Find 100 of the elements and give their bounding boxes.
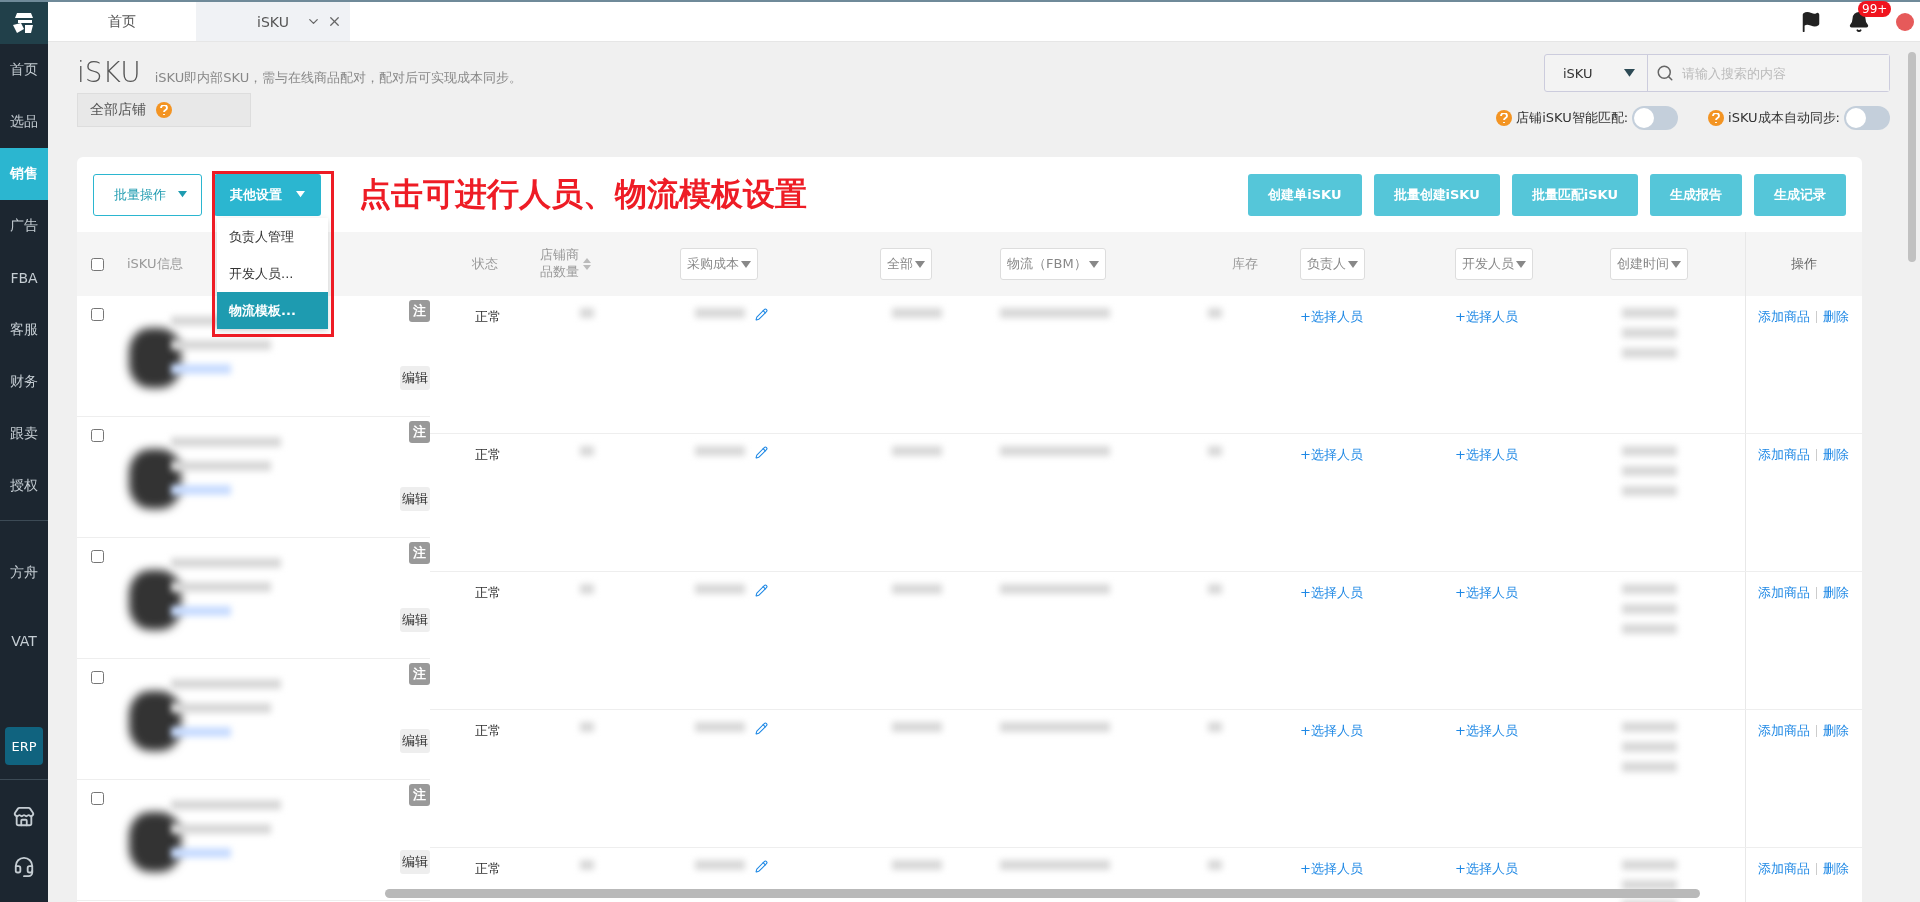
blurred-text xyxy=(1622,466,1677,476)
column-filter[interactable]: 物流（FBM） xyxy=(1000,248,1106,280)
menu-item[interactable]: 开发人员... xyxy=(217,255,328,292)
blurred-text xyxy=(1622,624,1677,634)
blurred-text xyxy=(1622,604,1677,614)
select-person-link[interactable]: +选择人员 xyxy=(1300,722,1363,740)
blurred-text xyxy=(1208,584,1222,594)
column-filter[interactable]: 全部 xyxy=(880,248,932,280)
row-checkbox[interactable] xyxy=(91,550,104,563)
edit-button[interactable]: 编辑 xyxy=(400,850,430,874)
sidebar-item[interactable]: 首页 xyxy=(0,44,48,96)
row-checkbox[interactable] xyxy=(91,429,104,442)
edit-icon[interactable] xyxy=(755,860,768,873)
blurred-text xyxy=(580,446,594,456)
action-button[interactable]: 批量创建iSKU xyxy=(1373,173,1500,216)
help-icon[interactable] xyxy=(1708,110,1725,126)
help-icon[interactable] xyxy=(1496,110,1513,126)
row-action-link[interactable]: 添加商品 xyxy=(1758,446,1810,464)
edit-button[interactable]: 编辑 xyxy=(400,487,430,511)
action-button[interactable]: 批量匹配iSKU xyxy=(1511,173,1638,216)
other-settings-button[interactable]: 其他设置 xyxy=(214,173,321,216)
select-person-link[interactable]: +选择人员 xyxy=(1300,308,1363,326)
note-badge[interactable]: 注 xyxy=(409,300,430,322)
vertical-scrollbar[interactable] xyxy=(1908,52,1916,262)
sidebar-item[interactable]: 广告 xyxy=(0,200,48,252)
sidebar-item[interactable]: 财务 xyxy=(0,356,48,408)
note-badge[interactable]: 注 xyxy=(409,784,430,806)
sidebar-item[interactable]: FBA xyxy=(0,252,48,304)
row-checkbox[interactable] xyxy=(91,792,104,805)
sidebar-item[interactable]: 销售 xyxy=(0,148,48,200)
select-person-link[interactable]: +选择人员 xyxy=(1300,446,1363,464)
note-badge[interactable]: 注 xyxy=(409,421,430,443)
row-action-link[interactable]: 添加商品 xyxy=(1758,308,1810,326)
column-header: 操作 xyxy=(1791,255,1817,273)
menu-item[interactable]: 负责人管理 xyxy=(217,218,328,255)
row-action-link[interactable]: 删除 xyxy=(1823,722,1849,740)
column-filter[interactable]: 负责人 xyxy=(1300,248,1365,280)
row-action-link[interactable]: 添加商品 xyxy=(1758,860,1810,878)
photo-placeholder xyxy=(129,812,181,872)
edit-button[interactable]: 编辑 xyxy=(400,729,430,753)
select-person-link[interactable]: +选择人员 xyxy=(1455,584,1518,602)
column-filter[interactable]: 创建时间 xyxy=(1610,248,1688,280)
select-person-link[interactable]: +选择人员 xyxy=(1455,308,1518,326)
horizontal-scrollbar[interactable] xyxy=(385,889,1700,898)
avatar-placeholder[interactable] xyxy=(1896,12,1914,31)
blurred-text xyxy=(695,722,745,732)
row-action-link[interactable]: 添加商品 xyxy=(1758,584,1810,602)
edit-icon[interactable] xyxy=(755,584,768,597)
store-filter[interactable]: 全部店铺 xyxy=(77,93,251,127)
column-filter[interactable]: 采购成本 xyxy=(680,248,758,280)
blurred-text xyxy=(580,722,594,732)
sidebar-item[interactable]: 授权 xyxy=(0,460,48,512)
headset-icon[interactable] xyxy=(13,856,35,878)
note-badge[interactable]: 注 xyxy=(409,542,430,564)
caret-icon xyxy=(296,191,305,198)
select-person-link[interactable]: +选择人员 xyxy=(1455,722,1518,740)
row-action-link[interactable]: 删除 xyxy=(1823,446,1849,464)
row-action-link[interactable]: 添加商品 xyxy=(1758,722,1810,740)
select-person-link[interactable]: +选择人员 xyxy=(1455,860,1518,878)
toggle-switch[interactable] xyxy=(1844,106,1890,130)
status-text: 正常 xyxy=(475,308,501,326)
action-button[interactable]: 创建单iSKU xyxy=(1248,173,1362,216)
menu-item[interactable]: 物流模板... xyxy=(217,292,328,329)
sidebar-item[interactable]: 方舟 xyxy=(0,539,48,607)
blurred-text xyxy=(892,308,942,318)
edit-icon[interactable] xyxy=(755,446,768,459)
toggle-switch[interactable] xyxy=(1632,106,1679,130)
close-icon[interactable] xyxy=(327,14,342,29)
tab[interactable]: iSKU xyxy=(196,2,350,41)
column-filter[interactable]: 开发人员 xyxy=(1455,248,1533,280)
row-action-link[interactable]: 删除 xyxy=(1823,584,1849,602)
sidebar-item[interactable]: 选品 xyxy=(0,96,48,148)
action-button[interactable]: 生成报告 xyxy=(1650,173,1742,216)
edit-button[interactable]: 编辑 xyxy=(400,366,430,390)
erp-badge[interactable]: ERP xyxy=(5,727,43,765)
select-person-link[interactable]: +选择人员 xyxy=(1455,446,1518,464)
select-all-checkbox[interactable] xyxy=(91,257,104,271)
row-checkbox[interactable] xyxy=(91,308,104,321)
select-person-link[interactable]: +选择人员 xyxy=(1300,584,1363,602)
flag-icon[interactable] xyxy=(1800,10,1822,33)
sidebar-item[interactable]: 客服 xyxy=(0,304,48,356)
action-button[interactable]: 生成记录 xyxy=(1754,173,1846,216)
note-badge[interactable]: 注 xyxy=(409,663,430,685)
row-action-link[interactable]: 删除 xyxy=(1823,860,1849,878)
blurred-text xyxy=(580,860,594,870)
blurred-text xyxy=(695,308,745,318)
blurred-text xyxy=(1622,880,1677,890)
row-checkbox[interactable] xyxy=(91,671,104,684)
edit-icon[interactable] xyxy=(755,722,768,735)
blurred-text xyxy=(892,860,942,870)
sidebar-item[interactable]: 跟卖 xyxy=(0,408,48,460)
column-header: 状态 xyxy=(472,255,498,273)
batch-operations-button[interactable]: 批量操作 xyxy=(93,173,202,216)
sidebar-item[interactable]: VAT xyxy=(0,607,48,675)
row-action-link[interactable]: 删除 xyxy=(1823,308,1849,326)
store-icon[interactable] xyxy=(13,806,35,828)
select-person-link[interactable]: +选择人员 xyxy=(1300,860,1363,878)
edit-icon[interactable] xyxy=(755,308,768,321)
edit-button[interactable]: 编辑 xyxy=(400,608,430,632)
help-icon[interactable] xyxy=(156,102,172,118)
